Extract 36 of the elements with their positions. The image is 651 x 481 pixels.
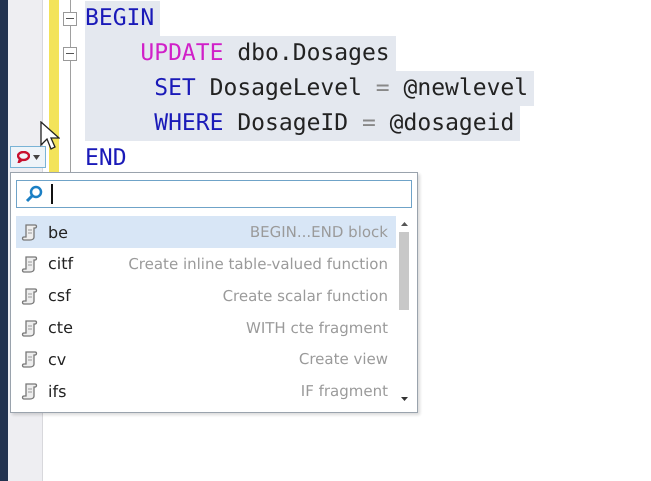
snippet-description: WITH cte fragment	[246, 318, 388, 336]
text-caret	[51, 184, 52, 204]
scroll-icon	[20, 286, 40, 306]
scroll-up-icon[interactable]	[400, 222, 408, 226]
snippet-description: Create scalar function	[222, 286, 388, 305]
search-field[interactable]	[16, 180, 412, 208]
search-icon	[25, 185, 43, 204]
caret-icon	[32, 154, 40, 160]
snippet-item[interactable]: be BEGIN...END block	[16, 216, 396, 248]
collapse-icon[interactable]	[63, 46, 77, 60]
snippet-item[interactable]: citf Create inline table-valued function	[16, 248, 396, 280]
snippet-item[interactable]: cte WITH cte fragment	[16, 312, 396, 344]
snippet-description: Create inline table-valued function	[128, 254, 388, 273]
mouse-pointer-icon	[40, 121, 60, 151]
snippet-shortcut: cte	[48, 318, 74, 337]
scroll-icon	[20, 318, 40, 338]
scroll-down-icon[interactable]	[400, 397, 408, 401]
smart-tag-button[interactable]	[10, 146, 46, 168]
snippet-item[interactable]: csf Create scalar function	[16, 280, 396, 312]
snippet-item[interactable]: cv Create view	[16, 343, 396, 376]
scroll-icon	[20, 222, 40, 242]
code-line: END	[85, 145, 127, 171]
snippet-description: Create view	[298, 350, 388, 368]
scroll-icon	[20, 254, 40, 274]
scroll-icon	[20, 381, 40, 402]
snippet-item[interactable]: ifs IF fragment	[16, 375, 396, 407]
collapse-icon[interactable]	[63, 12, 77, 26]
snippet-shortcut: ifs	[48, 382, 68, 401]
scroll-icon	[20, 349, 40, 370]
snippet-shortcut: be	[48, 222, 69, 242]
speech-bubble-icon	[16, 151, 30, 163]
snippet-description: BEGIN...END block	[250, 223, 388, 242]
snippet-shortcut: csf	[48, 286, 72, 306]
snippet-shortcut: citf	[48, 254, 74, 274]
snippet-shortcut: cv	[48, 350, 68, 369]
snippet-description: IF fragment	[300, 382, 388, 400]
